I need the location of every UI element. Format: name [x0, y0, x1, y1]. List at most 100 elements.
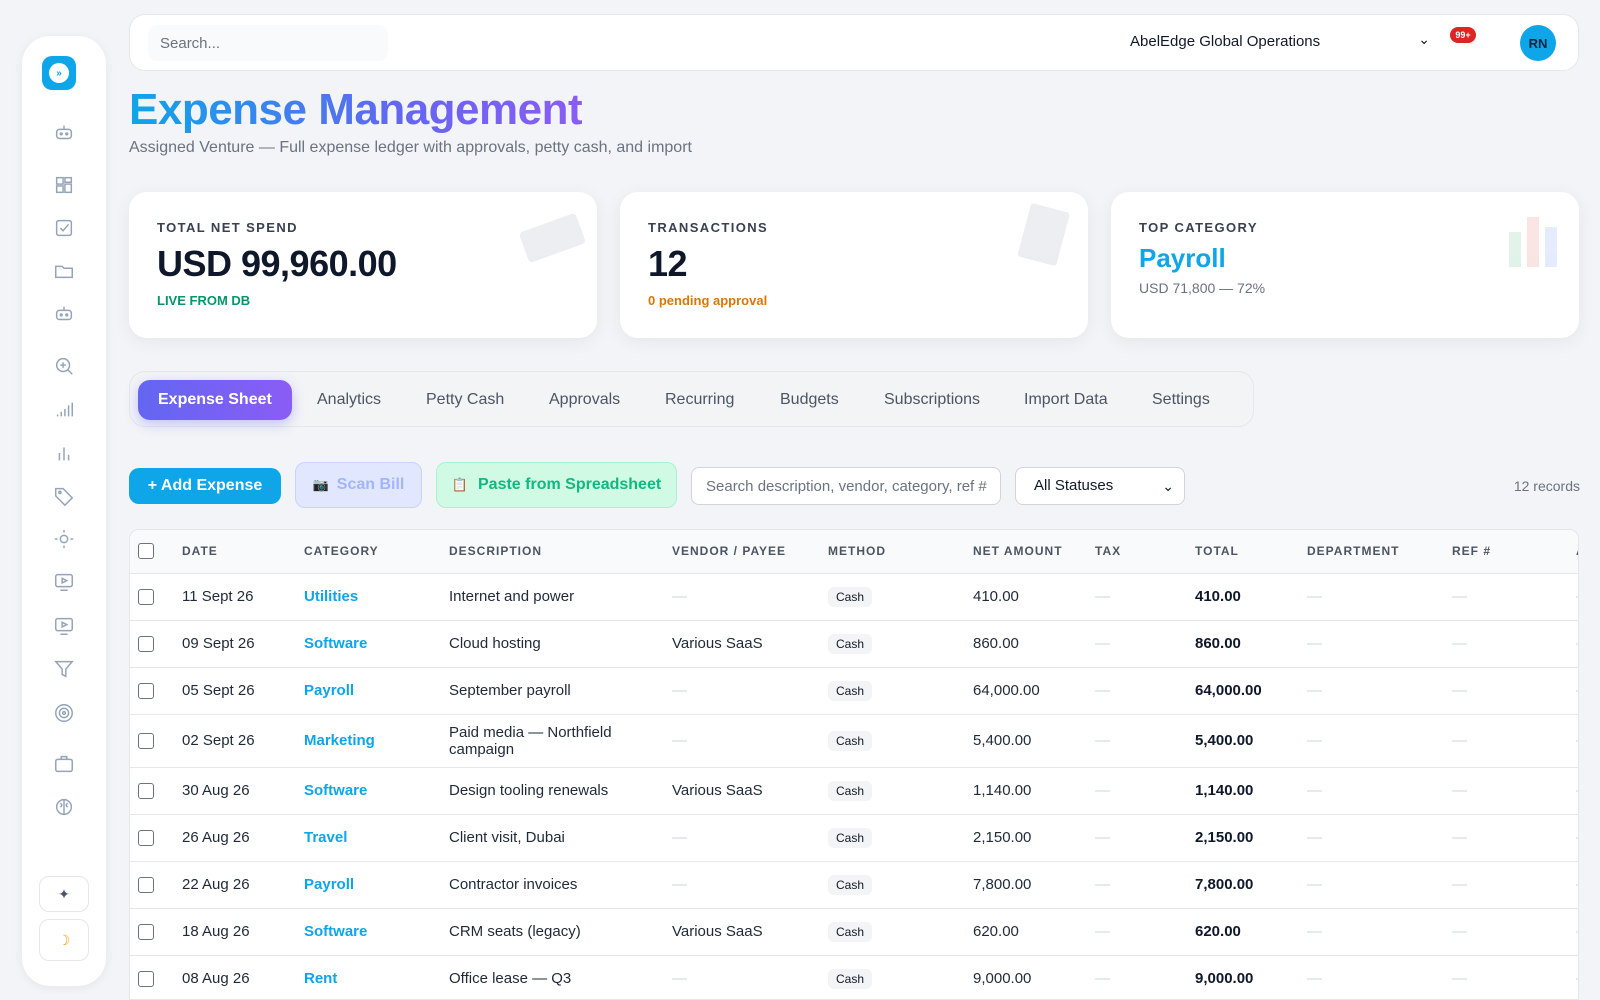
net-amount-cell: 410.00 [965, 573, 1087, 621]
row-checkbox[interactable] [138, 830, 154, 847]
tab-budgets[interactable]: Budgets [760, 380, 859, 420]
total-cell: 2,150.00 [1187, 814, 1299, 862]
vendor-cell: — [664, 573, 820, 621]
bot-icon[interactable] [51, 120, 77, 146]
top-category-share: USD 71,800 — 72% [1139, 280, 1266, 296]
money-icon [519, 213, 585, 263]
scan-bill-button[interactable]: 📷 Scan Bill [295, 462, 422, 508]
column-header-category[interactable]: CATEGORY [296, 530, 441, 574]
dashboard-grid-icon[interactable] [51, 172, 77, 198]
date-cell: 22 Aug 26 [174, 861, 296, 909]
table-row[interactable]: 18 Aug 26 Software CRM seats (legacy) Vario… [130, 908, 1578, 956]
filter-icon[interactable] [51, 656, 77, 682]
briefcase-icon[interactable] [51, 751, 77, 777]
net-amount-cell: 2,150.00 [965, 814, 1087, 862]
ref-cell: — [1444, 667, 1568, 715]
row-checkbox[interactable] [138, 924, 154, 941]
row-checkbox[interactable] [138, 636, 154, 653]
tab-approvals[interactable]: Approvals [529, 380, 640, 420]
table-row[interactable]: 30 Aug 26 Software Design tooling renewals… [130, 767, 1578, 815]
tab-recurring[interactable]: Recurring [645, 380, 754, 420]
ref-cell: — [1444, 714, 1568, 768]
target-icon[interactable] [51, 700, 77, 726]
select-all-checkbox[interactable] [138, 543, 154, 560]
folder-icon[interactable] [51, 258, 77, 284]
extra-cell: — [1568, 767, 1578, 815]
category-cell[interactable]: Payroll [296, 861, 441, 909]
method-cell: Cash [820, 767, 965, 815]
app-logo[interactable]: » [42, 56, 76, 90]
table-row[interactable]: 05 Sept 26 Payroll September payroll — Cash 6… [130, 667, 1578, 715]
sun-icon[interactable] [51, 526, 77, 552]
status-filter-select[interactable]: All Statuses ⌄ [1015, 467, 1185, 505]
extra-cell: — [1568, 861, 1578, 909]
category-cell[interactable]: Software [296, 767, 441, 815]
monitor-play-icon[interactable] [51, 569, 77, 595]
signal-bars-icon[interactable] [51, 396, 77, 422]
tab-settings[interactable]: Settings [1132, 380, 1230, 420]
category-cell[interactable]: Rent [296, 955, 441, 999]
tax-cell: — [1087, 667, 1187, 715]
row-checkbox[interactable] [138, 683, 154, 700]
expense-search-input[interactable] [691, 467, 1001, 505]
table-row[interactable]: 22 Aug 26 Payroll Contractor invoices — Cash… [130, 861, 1578, 909]
ref-cell: — [1444, 955, 1568, 999]
row-checkbox[interactable] [138, 877, 154, 894]
global-search-input[interactable] [148, 25, 388, 61]
method-cell: Cash [820, 908, 965, 956]
tab-expense-sheet[interactable]: Expense Sheet [138, 380, 292, 420]
column-header-method[interactable]: METHOD [820, 530, 965, 574]
category-cell[interactable]: Utilities [296, 573, 441, 621]
category-cell[interactable]: Software [296, 908, 441, 956]
theme-toggle-button[interactable]: ☽ [39, 919, 89, 961]
row-checkbox[interactable] [138, 971, 154, 988]
tab-import-data[interactable]: Import Data [1004, 380, 1128, 420]
table-row[interactable]: 26 Aug 26 Travel Client visit, Dubai — Cash 2… [130, 814, 1578, 862]
row-checkbox[interactable] [138, 733, 154, 750]
column-header-date[interactable]: DATE [174, 530, 296, 574]
department-cell: — [1299, 814, 1444, 862]
brain-icon[interactable] [51, 794, 77, 820]
sparkle-button[interactable]: ✦ [39, 876, 89, 912]
zoom-in-icon[interactable] [51, 353, 77, 379]
checkbox-icon[interactable] [51, 215, 77, 241]
category-cell[interactable]: Marketing [296, 714, 441, 768]
column-header-total[interactable]: TOTAL [1187, 530, 1299, 574]
row-checkbox[interactable] [138, 783, 154, 800]
category-cell[interactable]: Payroll [296, 667, 441, 715]
column-header-ref[interactable]: REF # [1444, 530, 1568, 574]
organization-name: AbelEdge Global Operations [1130, 33, 1321, 50]
row-checkbox[interactable] [138, 589, 154, 606]
column-header-vendor[interactable]: VENDOR / PAYEE [664, 530, 820, 574]
stat-label: TOTAL NET SPEND [157, 220, 298, 235]
bar-chart-icon[interactable] [51, 440, 77, 466]
tab-analytics[interactable]: Analytics [297, 380, 401, 420]
table-row[interactable]: 11 Sept 26 Utilities Internet and power — Ca… [130, 573, 1578, 621]
bot-icon[interactable] [51, 301, 77, 327]
category-cell[interactable]: Software [296, 620, 441, 668]
paste-spreadsheet-label: Paste from Spreadsheet [478, 476, 662, 493]
tag-icon[interactable] [51, 483, 77, 509]
category-cell[interactable]: Travel [296, 814, 441, 862]
table-row[interactable]: 09 Sept 26 Software Cloud hosting Various S… [130, 620, 1578, 668]
monitor-play-icon[interactable] [51, 613, 77, 639]
column-header-tax[interactable]: TAX [1087, 530, 1187, 574]
tab-petty-cash[interactable]: Petty Cash [406, 380, 524, 420]
top-bar: AbelEdge Global Operations ⌄ 99+ RN [129, 14, 1579, 71]
table-row[interactable]: 02 Sept 26 Marketing Paid media — Northfie… [130, 714, 1578, 768]
table-row[interactable]: 08 Aug 26 Rent Office lease — Q3— Cash 9,000… [130, 955, 1578, 999]
organization-select[interactable]: AbelEdge Global Operations ⌄ [1130, 31, 1430, 55]
add-expense-button[interactable]: + Add Expense [129, 468, 281, 504]
column-header-truncated[interactable]: A [1568, 530, 1578, 574]
column-header-department[interactable]: DEPARTMENT [1299, 530, 1444, 574]
select-all-cell [130, 530, 174, 574]
tab-subscriptions[interactable]: Subscriptions [864, 380, 1000, 420]
column-header-description[interactable]: DESCRIPTION [441, 530, 664, 574]
column-header-net-amount[interactable]: NET AMOUNT [965, 530, 1087, 574]
date-cell: 08 Aug 26 [174, 955, 296, 999]
stat-note: LIVE FROM DB [157, 293, 251, 308]
sidebar: » ✦ ☽ [22, 36, 106, 986]
avatar[interactable]: RN [1520, 25, 1556, 61]
notification-badge[interactable]: 99+ [1450, 27, 1476, 43]
paste-spreadsheet-button[interactable]: 📋 Paste from Spreadsheet [436, 462, 677, 508]
